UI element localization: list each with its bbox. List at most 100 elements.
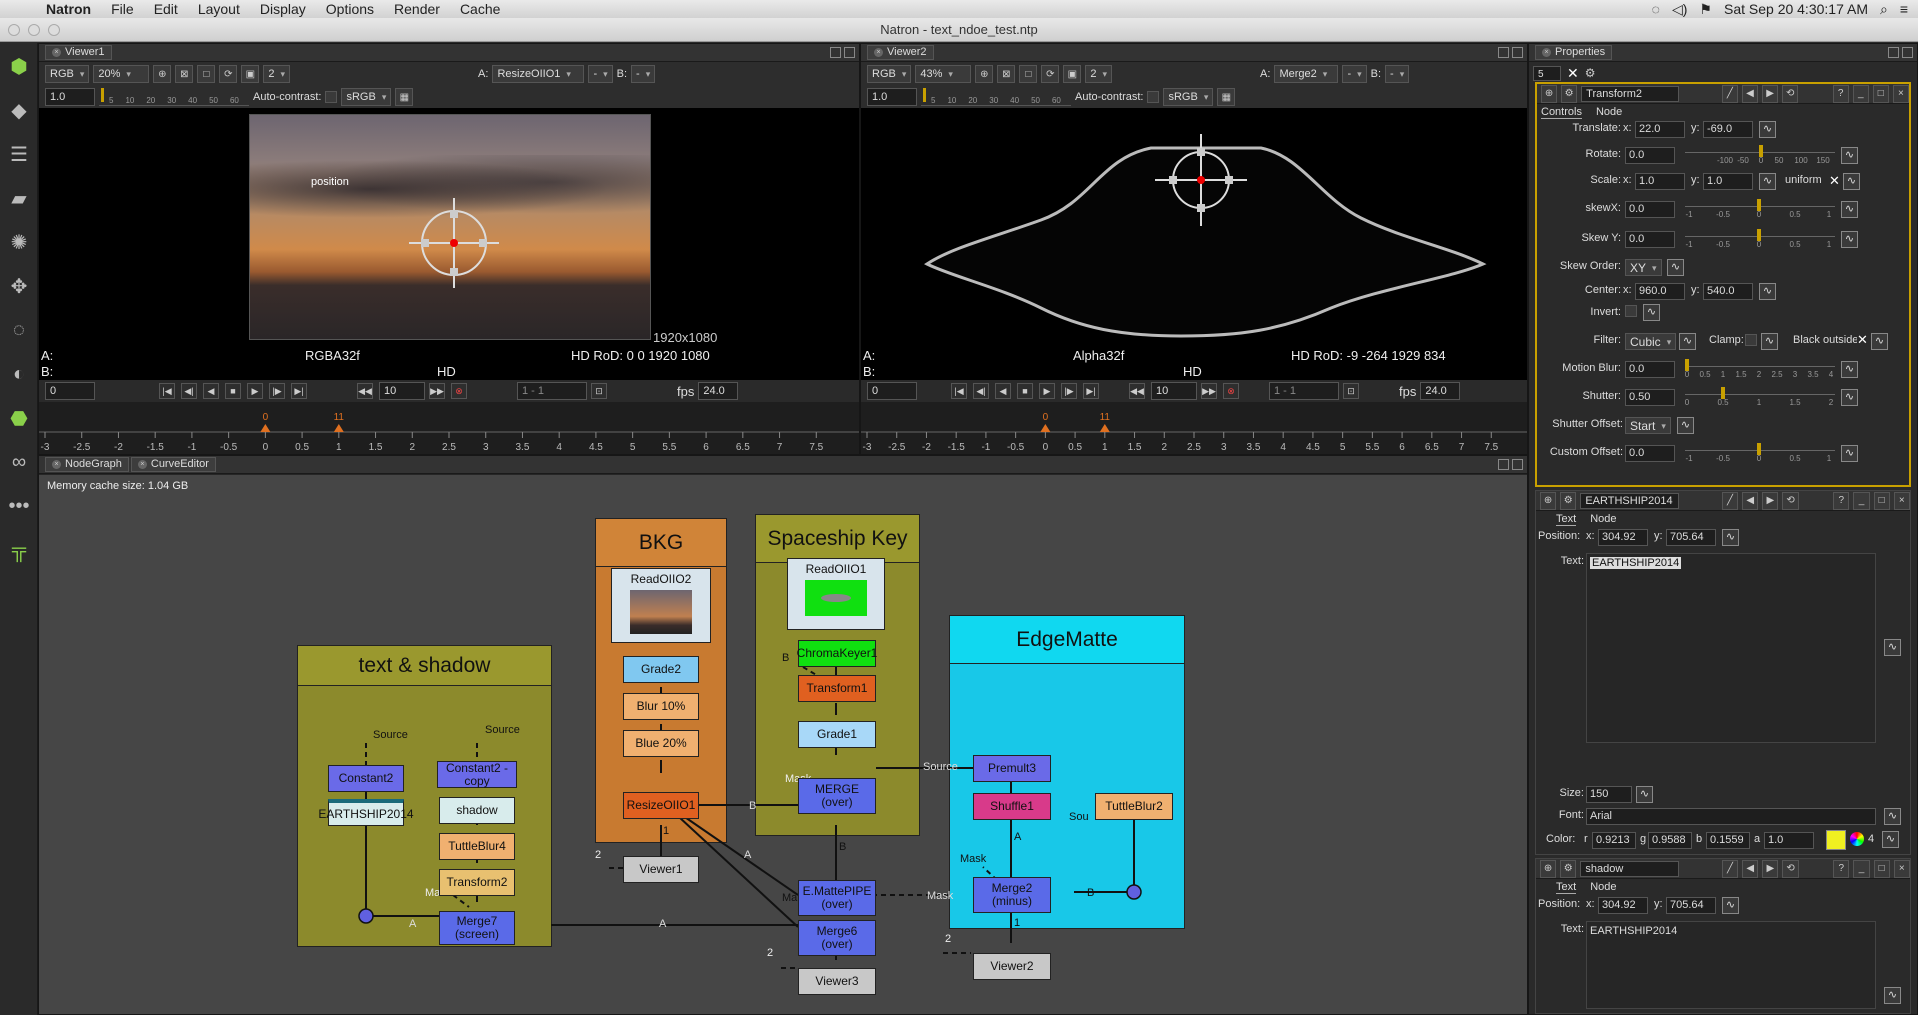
- tab-text[interactable]: Text: [1556, 881, 1577, 894]
- clamp-checkbox[interactable]: [1745, 334, 1757, 346]
- curve-icon[interactable]: ∿: [1761, 333, 1778, 350]
- tab-controls[interactable]: Controls: [1541, 106, 1582, 119]
- zoom-dropdown[interactable]: 43%: [915, 65, 972, 83]
- redo-icon[interactable]: ▶: [1762, 491, 1779, 510]
- close-icon[interactable]: [8, 24, 20, 36]
- minimize-panel-icon[interactable]: _: [1853, 859, 1870, 878]
- font-field[interactable]: Arial: [1586, 808, 1876, 825]
- spotlight-icon[interactable]: ⌕: [1880, 1, 1888, 18]
- gain-slider[interactable]: 5 10 20 30 40 50 60: [99, 88, 249, 106]
- node-name-field[interactable]: shadow: [1580, 860, 1679, 877]
- filter-tool-icon[interactable]: ◌: [4, 315, 34, 345]
- input-b-dropdown[interactable]: -: [1385, 65, 1410, 83]
- node-merge-over[interactable]: MERGE (over): [798, 778, 876, 814]
- settings-icon[interactable]: ⚙: [1560, 491, 1577, 510]
- draw-tool-icon[interactable]: ◆: [4, 95, 34, 125]
- close-panel-icon[interactable]: ×: [1893, 491, 1910, 510]
- stop-icon[interactable]: ■: [1017, 383, 1033, 399]
- channels-dropdown[interactable]: RGB: [867, 65, 912, 83]
- lock-range-icon[interactable]: ⊡: [1343, 383, 1359, 399]
- float-panel-icon[interactable]: □: [1872, 84, 1889, 103]
- redo-icon[interactable]: ▶: [1762, 859, 1779, 878]
- keyer-tool-icon[interactable]: ◐: [4, 359, 34, 389]
- input-a-dropdown[interactable]: ResizeOIIO1: [492, 65, 585, 83]
- lock-range-icon[interactable]: ⊡: [591, 383, 607, 399]
- increment-field[interactable]: 10: [1151, 382, 1197, 400]
- fit-icon[interactable]: □: [1019, 65, 1038, 83]
- play-icon[interactable]: ▶: [247, 383, 263, 399]
- tab-curveeditor[interactable]: × CurveEditor: [130, 457, 216, 472]
- color-wheel-icon[interactable]: [1850, 832, 1864, 846]
- tab-text[interactable]: Text: [1556, 513, 1577, 526]
- node-name-field[interactable]: Transform2: [1581, 85, 1679, 102]
- float-panel-icon[interactable]: □: [1873, 491, 1890, 510]
- autocontrast-checkbox[interactable]: [325, 91, 338, 103]
- restore-defaults-icon[interactable]: ⟲: [1782, 491, 1799, 510]
- menu-options[interactable]: Options: [326, 1, 374, 17]
- curve-icon[interactable]: ∿: [1636, 786, 1653, 803]
- clip-icon[interactable]: ⊕: [975, 65, 994, 83]
- merge-tool-icon[interactable]: ⬣: [4, 403, 34, 433]
- curve-icon[interactable]: ∿: [1722, 897, 1739, 914]
- customoffset-field[interactable]: 0.0: [1625, 445, 1675, 462]
- text-area[interactable]: EARTHSHIP2014: [1586, 553, 1876, 743]
- close-pane-icon[interactable]: [1512, 459, 1523, 470]
- max-panels-field[interactable]: 5: [1533, 65, 1561, 81]
- fit-icon[interactable]: □: [197, 65, 216, 83]
- menu-clock[interactable]: Sat Sep 20 4:30:17 AM: [1724, 1, 1868, 17]
- menu-render[interactable]: Render: [394, 1, 440, 17]
- uniform-checkbox[interactable]: ✕: [1829, 173, 1840, 189]
- shutter-slider[interactable]: 0 0.5 1 1.5 2: [1685, 386, 1835, 407]
- rotate-slider[interactable]: -100 -50 0 50 100 150: [1685, 144, 1835, 165]
- time-tool-icon[interactable]: ☰: [4, 139, 34, 169]
- prev-increment-icon[interactable]: ◀◀: [1129, 383, 1145, 399]
- node-blue20[interactable]: Blue 20%: [623, 730, 699, 757]
- color-picker-icon[interactable]: ╱: [1721, 859, 1739, 878]
- color-r-field[interactable]: 0.9213: [1592, 832, 1636, 849]
- node-viewer3[interactable]: Viewer3: [798, 968, 876, 995]
- skewy-field[interactable]: 0.0: [1625, 231, 1675, 248]
- curve-icon[interactable]: ∿: [1884, 808, 1901, 825]
- clip-icon[interactable]: ⊕: [153, 65, 172, 83]
- curve-icon[interactable]: ∿: [1884, 639, 1901, 656]
- autocontrast-checkbox[interactable]: [1147, 91, 1160, 103]
- node-constant2-copy[interactable]: Constant2 - copy: [437, 761, 517, 788]
- layers-dropdown[interactable]: 2: [263, 65, 291, 83]
- minimize-panels-icon[interactable]: ⚙: [1585, 66, 1596, 80]
- list-icon[interactable]: ≡: [1900, 1, 1908, 17]
- node-grade2[interactable]: Grade2: [623, 656, 699, 683]
- tab-nodegraph[interactable]: × NodeGraph: [45, 457, 129, 472]
- menu-app[interactable]: Natron: [46, 1, 91, 17]
- image-tool-icon[interactable]: ⬢: [4, 51, 34, 81]
- zoom-icon[interactable]: [48, 24, 60, 36]
- position-overlay-label[interactable]: position: [311, 176, 349, 188]
- color-picker-icon[interactable]: ╱: [1721, 84, 1738, 103]
- close-panel-icon[interactable]: ×: [1893, 859, 1910, 878]
- close-tab-icon[interactable]: ×: [1542, 48, 1551, 57]
- curve-icon[interactable]: ∿: [1677, 417, 1694, 434]
- roi-icon[interactable]: ⊠: [997, 65, 1016, 83]
- tab-viewer1[interactable]: × Viewer1: [45, 45, 112, 60]
- skewx-field[interactable]: 0.0: [1625, 201, 1675, 218]
- transform-handle-icon[interactable]: [399, 188, 509, 298]
- node-grade1[interactable]: Grade1: [798, 721, 876, 748]
- current-frame-field[interactable]: 0: [867, 382, 917, 400]
- translate-x-field[interactable]: 22.0: [1635, 121, 1685, 138]
- menu-display[interactable]: Display: [260, 1, 306, 17]
- curve-icon[interactable]: ∿: [1679, 333, 1696, 350]
- curve-icon[interactable]: ∿: [1841, 361, 1858, 378]
- play-backward-icon[interactable]: ◀: [203, 383, 219, 399]
- help-icon[interactable]: ?: [1832, 84, 1849, 103]
- center-node-icon[interactable]: ⊕: [1541, 84, 1558, 103]
- nodegraph-canvas[interactable]: Memory cache size: 1.04 GB text & shadow…: [39, 475, 1527, 1014]
- node-readoiio1[interactable]: ReadOIIO1: [787, 558, 885, 630]
- colorspace-dropdown[interactable]: sRGB: [341, 88, 392, 106]
- color-g-field[interactable]: 0.9588: [1648, 832, 1692, 849]
- viewer1-canvas[interactable]: position 1920x1080 A: RGBA32f HD RoD: 0 …: [39, 108, 859, 380]
- tab-viewer2[interactable]: × Viewer2: [867, 45, 934, 60]
- close-pane-icon[interactable]: [844, 47, 855, 58]
- loop-icon[interactable]: ⊗: [451, 383, 467, 399]
- shutteroffset-dropdown[interactable]: Start: [1625, 417, 1671, 434]
- help-icon[interactable]: ?: [1833, 859, 1850, 878]
- color-dim-label[interactable]: 4: [1868, 833, 1874, 845]
